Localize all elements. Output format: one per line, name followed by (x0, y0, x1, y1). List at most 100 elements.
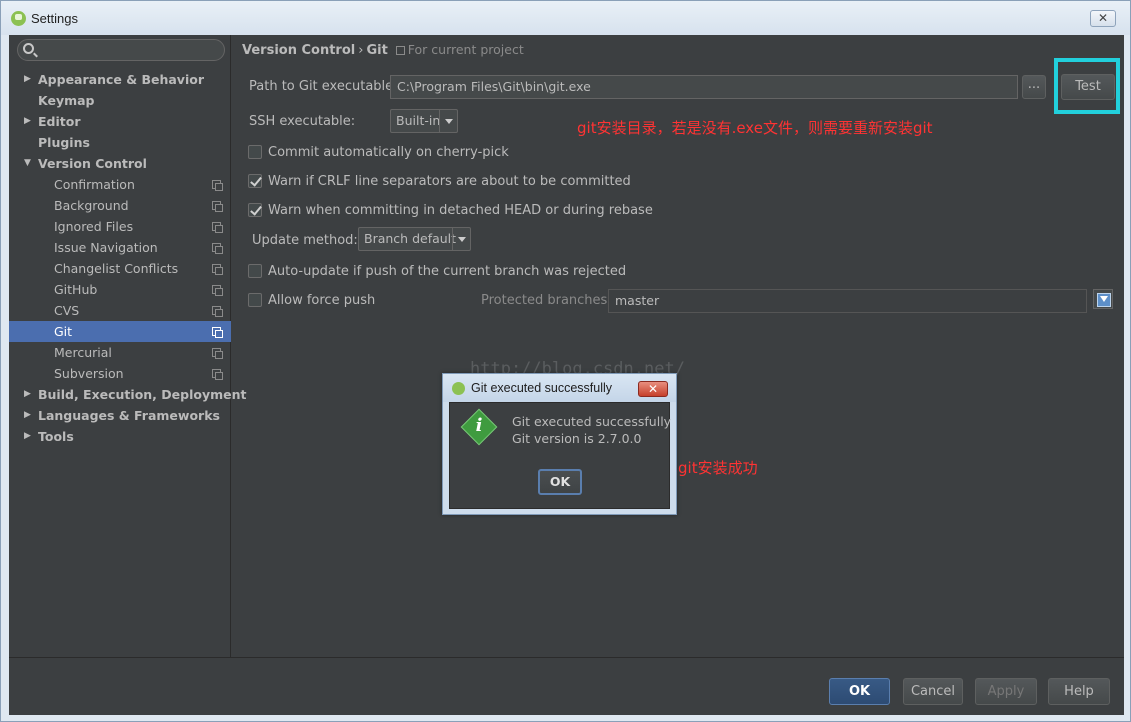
sidebar-item-changelist-conflicts[interactable]: Changelist Conflicts (9, 258, 231, 279)
dialog-title: Git executed successfully (471, 381, 613, 395)
auto-update-label[interactable]: Auto-update if push of the current branc… (268, 264, 626, 279)
project-scope-icon (395, 46, 405, 55)
dialog-title-bar[interactable]: Git executed successfully ✕ (443, 374, 676, 402)
collapsed-arrow-icon[interactable]: ▶ (24, 69, 31, 90)
sidebar-item-appearance-behavior[interactable]: ▶ Appearance & Behavior (9, 69, 231, 90)
help-button[interactable]: Help (1048, 678, 1110, 705)
project-scope-icon (212, 180, 223, 191)
sidebar-item-label: Changelist Conflicts (54, 261, 179, 276)
search-icon (23, 43, 34, 54)
ok-button[interactable]: OK (829, 678, 890, 705)
git-path-label: Path to Git executable: (249, 79, 398, 94)
project-scope-icon (212, 327, 223, 338)
sidebar-item-label: GitHub (54, 282, 98, 297)
update-method-label: Update method: (252, 233, 358, 248)
breadcrumb: Version Control › Git For current project (242, 42, 524, 58)
sidebar-item-label: Plugins (38, 135, 90, 150)
force-push-label[interactable]: Allow force push (268, 293, 375, 308)
window-close-button[interactable]: ✕ (1090, 10, 1116, 27)
force-push-checkbox[interactable] (248, 293, 262, 307)
sidebar-item-version-control[interactable]: ▼ Version Control (9, 153, 231, 174)
sidebar-item-tools[interactable]: ▶ Tools (9, 426, 231, 447)
sidebar-item-ignored-files[interactable]: Ignored Files (9, 216, 231, 237)
sidebar-item-confirmation[interactable]: Confirmation (9, 174, 231, 195)
protected-branches-label: Protected branches: (481, 293, 612, 308)
download-icon[interactable] (1093, 289, 1113, 309)
settings-search-input[interactable] (17, 39, 225, 61)
android-studio-icon (452, 382, 465, 395)
collapsed-arrow-icon[interactable]: ▶ (24, 111, 31, 132)
title-bar[interactable]: Settings ✕ (1, 1, 1130, 35)
window-title: Settings (31, 11, 78, 26)
sidebar-item-github[interactable]: GitHub (9, 279, 231, 300)
git-settings-panel: Version Control › Git For current project P… (232, 35, 1124, 657)
detached-head-label[interactable]: Warn when committing in detached HEAD or… (268, 203, 653, 218)
browse-path-button[interactable]: ... (1022, 75, 1046, 99)
sidebar-item-issue-navigation[interactable]: Issue Navigation (9, 237, 231, 258)
sidebar-item-git[interactable]: Git (9, 321, 231, 342)
apply-button[interactable]: Apply (975, 678, 1037, 705)
sidebar-item-label: Background (54, 198, 129, 213)
chevron-down-icon (439, 110, 457, 132)
collapsed-arrow-icon[interactable]: ▶ (24, 384, 31, 405)
project-scope-icon (212, 348, 223, 359)
dialog-button-bar: OK Cancel Apply Help (9, 657, 1124, 715)
ssh-executable-select[interactable]: Built-in (390, 109, 458, 133)
sidebar-item-label: Version Control (38, 156, 147, 171)
path-annotation: git安装目录，若是没有.exe文件，则需要重新安装git (577, 119, 933, 137)
sidebar-item-label: Mercurial (54, 345, 112, 360)
sidebar-item-background[interactable]: Background (9, 195, 231, 216)
project-scope-icon (212, 243, 223, 254)
sidebar-item-mercurial[interactable]: Mercurial (9, 342, 231, 363)
project-scope-icon (212, 306, 223, 317)
crlf-warning-label[interactable]: Warn if CRLF line separators are about t… (268, 174, 631, 189)
breadcrumb-version-control[interactable]: Version Control (242, 43, 355, 58)
settings-window: Settings ✕ ▶ Appearance & Behavior Keymap ▶… (0, 0, 1131, 722)
sidebar-item-keymap[interactable]: Keymap (9, 90, 231, 111)
update-method-value: Branch default (364, 231, 457, 246)
project-scope-icon (212, 285, 223, 296)
sidebar-item-label: Issue Navigation (54, 240, 158, 255)
protected-branches-input[interactable]: master (608, 289, 1087, 313)
project-scope-icon (212, 264, 223, 275)
sidebar-item-label: Languages & Frameworks (38, 408, 220, 423)
breadcrumb-separator: › (358, 43, 364, 58)
sidebar-item-label: Tools (38, 429, 74, 444)
sidebar-item-label: Appearance & Behavior (38, 72, 204, 87)
update-method-select[interactable]: Branch default (358, 227, 471, 251)
sidebar-item-label: Ignored Files (54, 219, 134, 234)
dialog-body: i Git executed successfully Git version … (449, 402, 672, 509)
cancel-button[interactable]: Cancel (903, 678, 963, 705)
dialog-message-line2: Git version is 2.7.0.0 (512, 431, 642, 446)
ssh-executable-value: Built-in (396, 113, 441, 128)
dialog-message-line1: Git executed successfully (512, 414, 672, 429)
sidebar-item-languages-frameworks[interactable]: ▶ Languages & Frameworks (9, 405, 231, 426)
chevron-down-icon (452, 228, 470, 250)
sidebar-item-label: Keymap (38, 93, 95, 108)
cherry-pick-checkbox[interactable] (248, 145, 262, 159)
test-button-highlight (1054, 58, 1120, 114)
sidebar-item-editor[interactable]: ▶ Editor (9, 111, 231, 132)
sidebar-item-build-execution-deployment[interactable]: ▶ Build, Execution, Deployment (9, 384, 246, 405)
sidebar-item-label: Git (54, 324, 73, 339)
dialog-ok-button[interactable]: OK (538, 469, 582, 495)
detached-head-checkbox[interactable] (248, 203, 262, 217)
sidebar-item-label: Build, Execution, Deployment (38, 387, 247, 402)
sidebar-item-label: CVS (54, 303, 80, 318)
sidebar-item-cvs[interactable]: CVS (9, 300, 231, 321)
sidebar-item-label: Confirmation (54, 177, 135, 192)
android-studio-icon (11, 11, 26, 26)
expanded-arrow-icon[interactable]: ▼ (24, 153, 31, 174)
sidebar-item-plugins[interactable]: Plugins (9, 132, 231, 153)
cherry-pick-label[interactable]: Commit automatically on cherry-pick (268, 145, 509, 160)
sidebar-item-subversion[interactable]: Subversion (9, 363, 231, 384)
dialog-close-button[interactable]: ✕ (638, 381, 668, 397)
auto-update-checkbox[interactable] (248, 264, 262, 278)
project-scope-icon (212, 201, 223, 212)
git-success-dialog: Git executed successfully ✕ i Git execut… (442, 373, 677, 515)
collapsed-arrow-icon[interactable]: ▶ (24, 405, 31, 426)
collapsed-arrow-icon[interactable]: ▶ (24, 426, 31, 447)
crlf-warning-checkbox[interactable] (248, 174, 262, 188)
git-path-input[interactable]: C:\Program Files\Git\bin\git.exe (390, 75, 1018, 99)
settings-tree: ▶ Appearance & Behavior Keymap ▶ Editor Plugi… (9, 69, 246, 447)
